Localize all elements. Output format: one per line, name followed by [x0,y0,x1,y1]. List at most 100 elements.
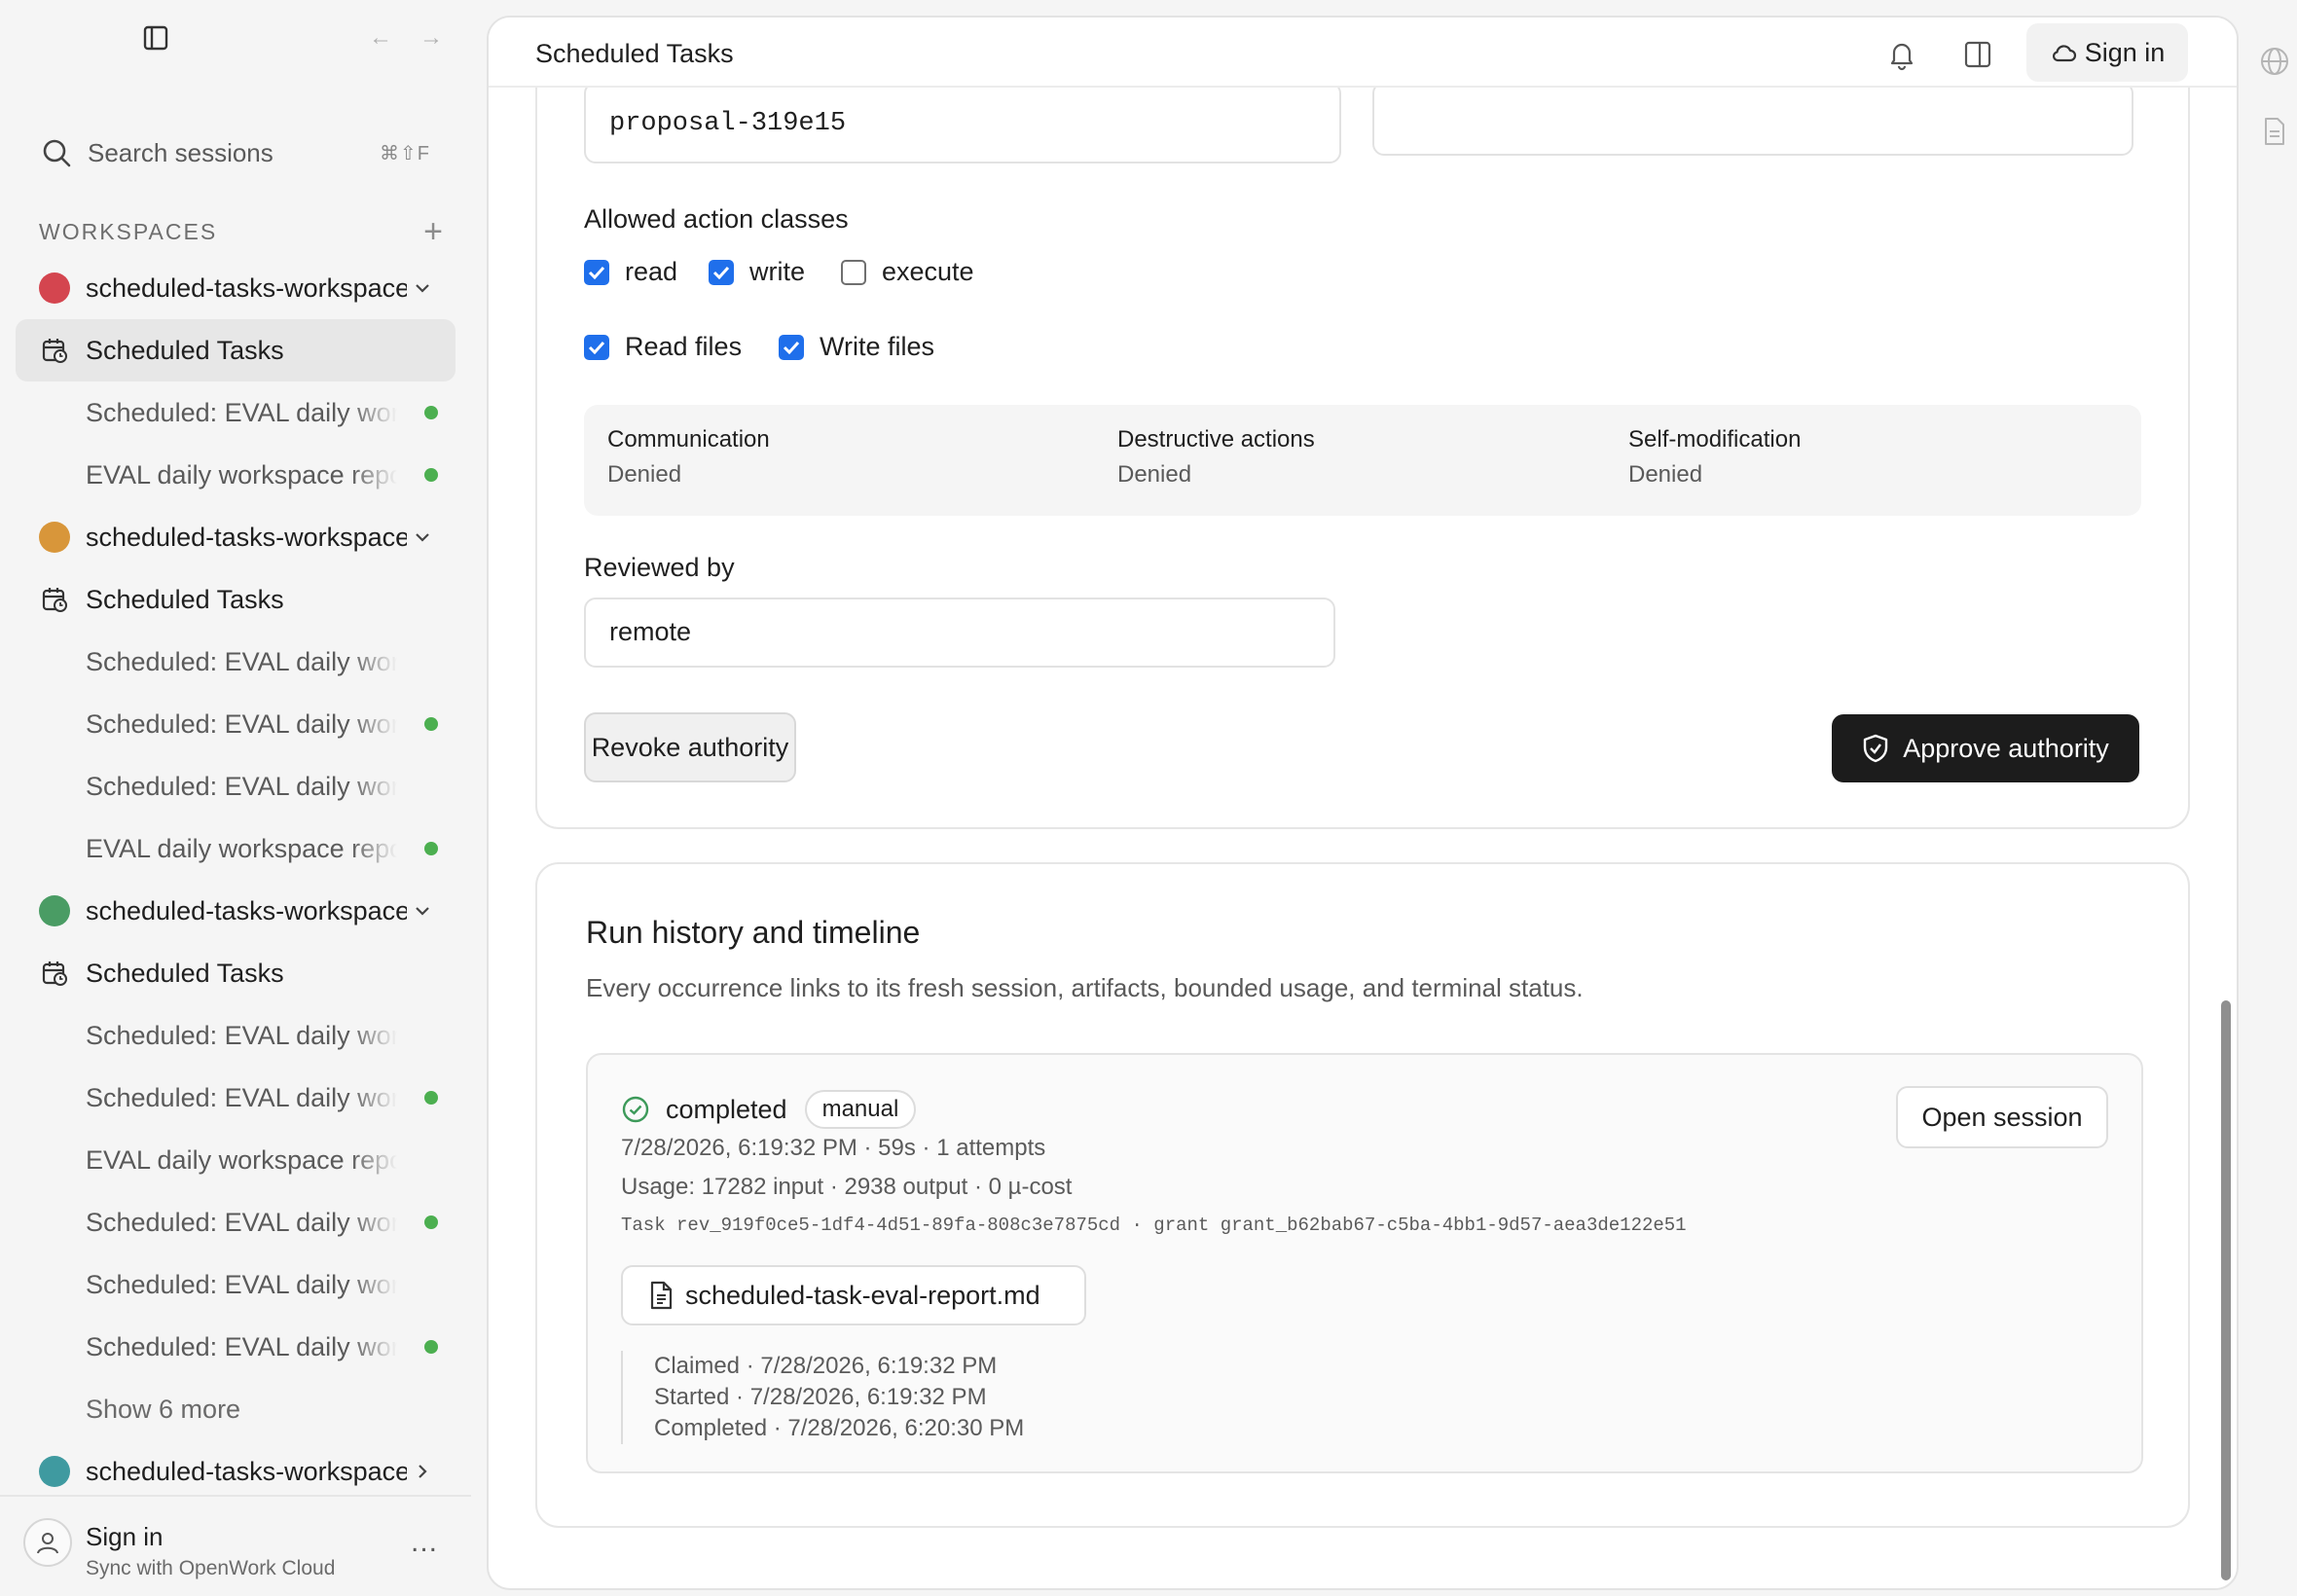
page-title: Scheduled Tasks [535,39,734,68]
workspace-name: scheduled-tasks-workspace [86,895,407,925]
workspace-color-dot [39,522,70,553]
artifact-link[interactable]: scheduled-task-eval-report.md [621,1265,1086,1325]
denied-value: Denied [607,461,682,488]
run-usage: Usage: 17282 input · 2938 output · 0 µ-c… [621,1174,1073,1200]
session-status-dot [424,1215,438,1229]
revoke-authority-button[interactable]: Revoke authority [584,712,796,782]
scrollbar-thumb[interactable] [2221,1000,2231,1580]
run-status: completed [666,1094,787,1124]
checkbox-read-box[interactable] [584,259,609,285]
run-history-title: Run history and timeline [586,915,921,950]
sidebar-item-scheduled-tasks[interactable]: Scheduled Tasks [16,568,456,631]
reviewed-by-value: remote [609,617,692,646]
open-session-button[interactable]: Open session [1896,1086,2108,1148]
authority-card: proposal-319e15 Allowed action classes r… [535,18,2190,829]
sidebar-toggle-icon[interactable] [140,23,171,53]
approve-authority-button[interactable]: Approve authority [1832,714,2139,782]
chevron-down-icon[interactable] [409,524,436,551]
checkbox-read[interactable]: read [584,257,677,287]
chevron-down-icon[interactable] [409,897,436,925]
sidebar-workspace[interactable]: scheduled-tasks-workspace [16,506,456,568]
document-icon[interactable] [2258,115,2291,148]
calendar-clock-icon [39,584,70,615]
sidebar-workspace[interactable]: scheduled-tasks-workspace [16,1440,456,1503]
sidebar-session-item[interactable]: Scheduled: EVAL daily workspace report [16,693,456,755]
workspace-nav: scheduled-tasks-workspace Scheduled Tasks… [16,257,456,1503]
sidebar-session-item[interactable]: Scheduled: EVAL daily workspace report [16,1191,456,1253]
reviewed-by-input[interactable]: remote [584,598,1335,668]
workspace-name: scheduled-tasks-workspace [86,1456,407,1486]
main-header: Scheduled Tasks Sign in [489,18,2237,88]
side-panel-icon[interactable] [1960,37,1995,72]
show-more-link[interactable]: Show 6 more [16,1378,456,1440]
session-title: Scheduled: EVAL daily workspace report [86,646,397,676]
sidebar-session-item[interactable]: Scheduled: EVAL daily workspace report [16,381,456,444]
run-status-row: completed manual [621,1090,917,1129]
show-more-label: Show 6 more [86,1394,241,1424]
chevron-down-icon[interactable] [409,274,436,302]
session-status-dot [424,1340,438,1354]
sidebar-session-item[interactable]: Scheduled: EVAL daily workspace report [16,1067,456,1129]
denied-self-modification: Self-modification Denied [1628,426,1801,489]
session-title: Scheduled: EVAL daily workspace report [86,771,397,801]
sidebar-top-bar: ← → [0,0,471,78]
back-arrow-icon[interactable]: ← [366,23,395,53]
session-status-dot [424,842,438,855]
sidebar-session-item[interactable]: Scheduled: EVAL daily workspace report [16,631,456,693]
checkbox-write-files-box[interactable] [779,334,804,360]
session-title: EVAL daily workspace report [86,1144,397,1175]
checkbox-write-files-label: Write files [820,332,935,361]
sidebar-session-item[interactable]: EVAL daily workspace report [16,444,456,506]
chevron-right-icon[interactable] [409,1458,436,1485]
denied-value: Denied [1117,461,1192,488]
search-sessions[interactable]: Search sessions ⌘⇧F [23,127,452,179]
footer-sign-in[interactable]: Sign in [86,1522,164,1552]
sidebar-footer[interactable]: Sign in Sync with OpenWork Cloud ... [0,1495,471,1596]
timeline-started: Started · 7/28/2026, 6:19:32 PM [654,1384,987,1410]
session-status-dot [424,468,438,482]
sidebar-session-item[interactable]: EVAL daily workspace report [16,817,456,880]
add-workspace-icon[interactable]: + [419,215,448,248]
checkbox-write-box[interactable] [709,259,734,285]
cloud-icon [2052,45,2076,62]
sidebar-workspace[interactable]: scheduled-tasks-workspace [16,880,456,942]
session-title: Scheduled: EVAL daily workspace report [86,1269,397,1299]
checkbox-read-files-box[interactable] [584,334,609,360]
sidebar-session-item[interactable]: Scheduled: EVAL daily workspace report [16,1316,456,1378]
checkbox-execute[interactable]: execute [841,257,974,287]
sidebar-session-item[interactable]: Scheduled: EVAL daily workspace report [16,755,456,817]
sidebar-item-label: Scheduled Tasks [86,958,284,988]
proposal-value: proposal-319e15 [609,109,847,138]
secondary-field[interactable] [1372,82,2133,156]
checkbox-read-files[interactable]: Read files [584,332,742,362]
denied-key: Communication [607,426,770,453]
bell-icon[interactable] [1884,37,1919,72]
search-label: Search sessions [88,137,273,167]
sidebar-item-scheduled-tasks[interactable]: Scheduled Tasks [16,319,456,381]
session-title: EVAL daily workspace report [86,833,397,863]
sidebar-item-scheduled-tasks[interactable]: Scheduled Tasks [16,942,456,1004]
header-sign-in-button[interactable]: Sign in [2026,23,2188,82]
file-icon [650,1281,673,1310]
sidebar-session-item[interactable]: EVAL daily workspace report [16,1129,456,1191]
session-title: Scheduled: EVAL daily workspace report [86,1207,397,1237]
denied-value: Denied [1628,461,1703,488]
run-summary: 7/28/2026, 6:19:32 PM · 59s · 1 attempts [621,1135,1046,1161]
sidebar-workspace[interactable]: scheduled-tasks-workspace [16,257,456,319]
checkbox-execute-box[interactable] [841,259,866,285]
run-ids: Task rev_919f0ce5-1df4-4d51-89fa-808c3e7… [621,1215,1687,1236]
session-title: Scheduled: EVAL daily workspace report [86,708,397,739]
calendar-clock-icon [39,958,70,989]
sidebar-session-item[interactable]: Scheduled: EVAL daily workspace report [16,1253,456,1316]
sidebar-session-item[interactable]: Scheduled: EVAL daily workspace report [16,1004,456,1067]
denied-key: Destructive actions [1117,426,1315,453]
proposal-field[interactable]: proposal-319e15 [584,82,1341,163]
forward-arrow-icon[interactable]: → [417,23,446,53]
denied-key: Self-modification [1628,426,1802,453]
checkbox-write-files[interactable]: Write files [779,332,934,362]
checkbox-write[interactable]: write [709,257,805,287]
main-panel: Scheduled Tasks Sign in proposal-319e15 … [487,16,2239,1590]
more-options-icon[interactable]: ... [411,1526,438,1559]
globe-icon[interactable] [2258,45,2291,78]
denied-destructive: Destructive actions Denied [1117,426,1315,489]
